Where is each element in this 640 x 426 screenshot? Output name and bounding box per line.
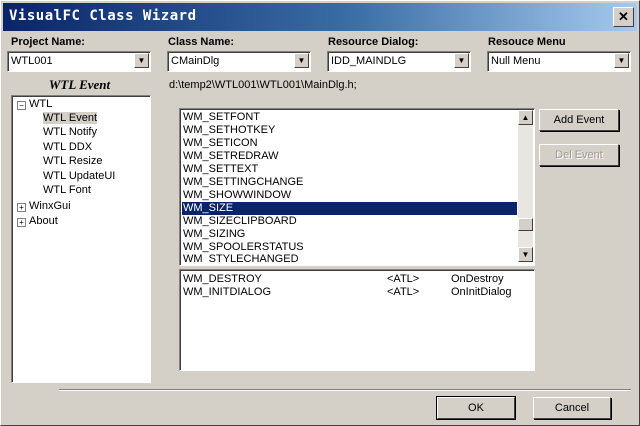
chevron-down-icon[interactable]: ▼ — [454, 53, 469, 68]
scroll-thumb[interactable] — [518, 218, 533, 231]
list-item[interactable]: WM_SETTEXT — [182, 163, 517, 176]
tree-node-wtl[interactable]: WTL — [29, 98, 52, 110]
message-cell: WM_INITDIALOG — [183, 286, 272, 298]
list-item[interactable]: WM_SETFONT — [182, 111, 517, 124]
resource-menu-combo[interactable]: Null Menu ▼ — [487, 51, 631, 72]
tree-item-wtl-event[interactable]: WTL Event — [43, 112, 97, 124]
event-list[interactable]: WM_SETFONT WM_SETHOTKEY WM_SETICON WM_SE… — [179, 108, 535, 266]
class-wizard-window: VisualFC Class Wizard ✕ Project Name: Cl… — [0, 0, 640, 426]
title-bar[interactable]: VisualFC Class Wizard ✕ — [3, 3, 637, 31]
project-name-label: Project Name: — [11, 36, 85, 48]
project-name-combo[interactable]: WTL001 ▼ — [7, 51, 151, 72]
chevron-down-icon[interactable]: ▼ — [134, 53, 149, 68]
ok-button[interactable]: OK — [436, 396, 516, 420]
resource-dialog-label: Resource Dialog: — [328, 36, 419, 48]
message-cell: WM_DESTROY — [183, 273, 262, 285]
type-cell: <ATL> — [387, 286, 420, 298]
cancel-button[interactable]: Cancel — [533, 397, 611, 419]
resource-dialog-value: IDD_MAINDLG — [331, 55, 407, 67]
chevron-down-icon[interactable]: ▼ — [614, 53, 629, 68]
list-item[interactable]: WM_SIZECLIPBOARD — [182, 215, 517, 228]
list-item[interactable]: WM_SHOWWINDOW — [182, 189, 517, 202]
tree-item-wtl-ddx[interactable]: WTL DDX — [43, 141, 92, 153]
category-tree[interactable]: − WTL WTL Event WTL Notify WTL DDX WTL R… — [11, 95, 151, 383]
type-cell: <ATL> — [387, 273, 420, 285]
expand-icon[interactable]: + — [17, 218, 26, 227]
close-button[interactable]: ✕ — [613, 7, 634, 27]
tree-node-winxgui[interactable]: WinxGui — [29, 200, 71, 212]
close-icon: ✕ — [618, 9, 629, 24]
file-path: d:\temp2\WTL001\WTL001\MainDlg.h; — [169, 79, 357, 91]
handler-cell: OnInitDialog — [451, 286, 512, 298]
resource-menu-value: Null Menu — [491, 55, 541, 67]
arrow-up-icon: ▲ — [521, 113, 530, 122]
expand-icon[interactable]: + — [17, 203, 26, 212]
window-title: VisualFC Class Wizard — [9, 8, 197, 24]
tree-item-wtl-resize[interactable]: WTL Resize — [43, 155, 103, 167]
tree-node-about[interactable]: About — [29, 215, 58, 227]
class-name-value: CMainDlg — [171, 55, 220, 67]
tree-item-wtl-updateui[interactable]: WTL UpdateUI — [43, 170, 115, 182]
list-item[interactable]: WM_SIZING — [182, 228, 517, 241]
mapped-events-list[interactable]: WM_DESTROY <ATL> OnDestroy WM_INITDIALOG… — [179, 269, 535, 371]
project-name-value: WTL001 — [11, 55, 53, 67]
handler-cell: OnDestroy — [451, 273, 504, 285]
list-item[interactable]: WM_STYLECHANGED — [182, 253, 517, 263]
separator — [59, 389, 631, 391]
tree-item-wtl-font[interactable]: WTL Font — [43, 184, 91, 196]
class-name-combo[interactable]: CMainDlg ▼ — [167, 51, 311, 72]
collapse-icon[interactable]: − — [17, 101, 26, 110]
list-item[interactable]: WM_SETREDRAW — [182, 150, 517, 163]
del-event-button[interactable]: Del Event — [539, 144, 619, 166]
add-event-button[interactable]: Add Event — [539, 109, 619, 131]
panel-header: WTL Event — [48, 77, 111, 92]
resource-menu-label: Resouce Menu — [488, 36, 566, 48]
list-item[interactable]: WM_SETHOTKEY — [182, 124, 517, 137]
event-list-scrollbar[interactable]: ▲ ▼ — [518, 110, 533, 262]
list-item[interactable]: WM_SETICON — [182, 137, 517, 150]
scroll-down-button[interactable]: ▼ — [518, 247, 533, 262]
class-name-label: Class Name: — [168, 36, 235, 48]
scroll-up-button[interactable]: ▲ — [518, 110, 533, 125]
resource-dialog-combo[interactable]: IDD_MAINDLG ▼ — [327, 51, 471, 72]
arrow-down-icon: ▼ — [521, 250, 530, 259]
chevron-down-icon[interactable]: ▼ — [294, 53, 309, 68]
tree-item-wtl-notify[interactable]: WTL Notify — [43, 126, 97, 138]
list-item[interactable]: WM_SETTINGCHANGE — [182, 176, 517, 189]
list-item-selected[interactable]: WM_SIZE — [182, 202, 517, 215]
